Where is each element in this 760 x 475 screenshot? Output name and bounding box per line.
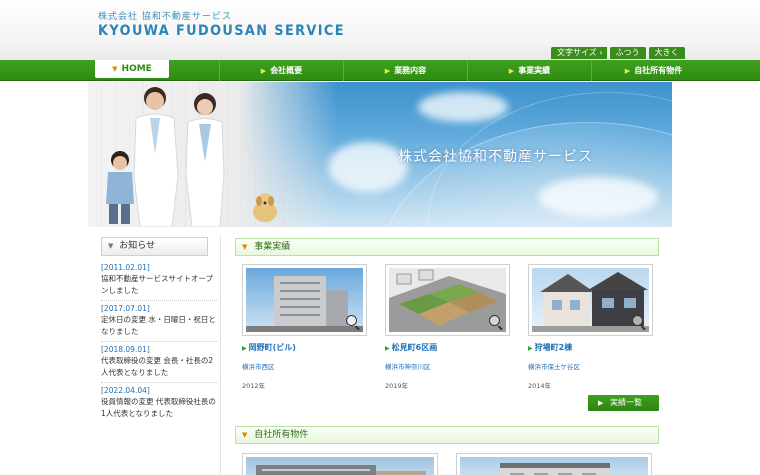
work-card[interactable]: ▶ 岡野町(ビル) 横浜市西区 2012年 xyxy=(242,264,367,390)
owned-property-cards xyxy=(242,453,652,475)
nav-properties[interactable]: ▶ 自社所有物件 xyxy=(591,60,715,81)
news-list: [2011.02.01] 協和不動産サービスサイトオープンしました [2017.… xyxy=(101,260,217,423)
news-text: 定休日の変更 水・日曜日・祝日となりました xyxy=(101,315,216,336)
arrow-right-icon: ▶ xyxy=(260,66,267,75)
news-text: 協和不動産サービスサイトオープンしました xyxy=(101,274,214,295)
news-date: [2022.04.04] xyxy=(101,386,150,395)
arrow-right-icon: ▶ xyxy=(385,345,390,352)
news-sidebar: ▼ お知らせ [2011.02.01] 協和不動産サービスサイトオープンしました… xyxy=(95,236,221,475)
work-title[interactable]: ▶ 松見町6区画 xyxy=(385,342,510,353)
work-thumbnail[interactable] xyxy=(528,264,653,336)
property-thumbnail[interactable] xyxy=(456,453,652,475)
zoom-icon xyxy=(632,315,643,326)
news-text: 代表取締役の変更 会長・社長の2人代表となりました xyxy=(101,356,214,377)
font-size-label: 文字サイズ › xyxy=(551,47,607,59)
works-list-button[interactable]: ▶ 実績一覧 xyxy=(588,395,659,411)
work-area: 横浜市保土ケ谷区 xyxy=(528,363,580,371)
news-date: [2018.09.01] xyxy=(101,345,150,354)
arrow-right-icon: ▶ xyxy=(508,66,515,75)
list-item: [2022.04.04] 役員情報の変更 代表取締役社長の1人代表となりました xyxy=(101,383,217,423)
property-thumbnail[interactable] xyxy=(242,453,438,475)
work-thumbnail[interactable] xyxy=(242,264,367,336)
nav-works[interactable]: ▶ 事業実績 xyxy=(467,60,591,81)
cloud-graphic xyxy=(418,92,508,122)
arrow-right-icon: ▶ xyxy=(624,66,631,75)
owned-section-heading: ▼ 自社所有物件 xyxy=(235,426,659,444)
zoom-icon xyxy=(489,315,500,326)
arrow-right-icon: ▶ xyxy=(242,345,247,352)
chevron-right-icon: › xyxy=(599,48,603,57)
work-thumbnail[interactable] xyxy=(385,264,510,336)
chevron-down-icon: ▼ xyxy=(108,242,114,250)
work-area: 横浜市神奈川区 xyxy=(385,363,431,371)
work-year: 2014年 xyxy=(528,382,552,390)
global-nav: ▼ HOME ▶ 会社概要 ▶ 業務内容 ▶ 事業実績 ▶ 自社所有物件 xyxy=(0,60,760,81)
news-heading: ▼ お知らせ xyxy=(101,237,208,256)
list-item: [2018.09.01] 代表取締役の変更 会長・社長の2人代表となりました xyxy=(101,342,217,383)
chevron-down-icon: ▼ xyxy=(112,65,118,73)
nav-services[interactable]: ▶ 業務内容 xyxy=(343,60,467,81)
list-item: [2011.02.01] 協和不動産サービスサイトオープンしました xyxy=(101,260,217,301)
nav-home[interactable]: ▼ HOME xyxy=(95,60,169,78)
work-year: 2019年 xyxy=(385,382,409,390)
news-text: 役員情報の変更 代表取締役社長の1人代表となりました xyxy=(101,397,216,418)
cloud-graphic xyxy=(328,142,408,192)
work-title[interactable]: ▶ 狩場町2棟 xyxy=(528,342,653,353)
nav-company[interactable]: ▶ 会社概要 xyxy=(219,60,343,81)
font-size-switcher: 文字サイズ › ふつう 大きく xyxy=(551,47,685,59)
zoom-icon xyxy=(346,315,357,326)
work-card[interactable]: ▶ 狩場町2棟 横浜市保土ケ谷区 2014年 xyxy=(528,264,653,390)
site-logo[interactable]: 株式会社 協和不動産サービス KYOUWA FUDOUSAN SERVICE xyxy=(98,12,366,39)
arrow-right-icon: ▶ xyxy=(528,345,533,352)
arrow-right-icon: ▶ xyxy=(598,399,604,407)
work-card[interactable]: ▶ 松見町6区画 横浜市神奈川区 2019年 xyxy=(385,264,510,390)
family-photo xyxy=(106,87,225,227)
logo-company-name: 株式会社 協和不動産サービス xyxy=(98,12,232,22)
logo-brand-text: KYOUWA FUDOUSAN SERVICE xyxy=(98,23,345,39)
works-cards: ▶ 岡野町(ビル) 横浜市西区 2012年 ▶ 松見町6区画 横浜市神奈川区 2… xyxy=(242,264,653,390)
font-size-large-button[interactable]: 大きく xyxy=(648,47,685,59)
cloud-graphic xyxy=(538,177,658,217)
list-item: [2017.07.01] 定休日の変更 水・日曜日・祝日となりました xyxy=(101,301,217,342)
font-size-normal-button[interactable]: ふつう xyxy=(609,47,646,59)
arrow-right-icon: ▶ xyxy=(384,66,391,75)
hero-banner: 株式会社協和不動産サービス xyxy=(88,82,672,227)
news-date: [2011.02.01] xyxy=(101,263,150,272)
site-header: 株式会社 協和不動産サービス KYOUWA FUDOUSAN SERVICE 文… xyxy=(0,0,760,60)
works-section-heading: ▼ 事業実績 xyxy=(235,238,659,256)
work-area: 横浜市西区 xyxy=(242,363,275,371)
hero-title: 株式会社協和不動産サービス xyxy=(398,149,593,165)
dog-photo xyxy=(253,193,277,222)
news-date: [2017.07.01] xyxy=(101,304,150,313)
chevron-down-icon: ▼ xyxy=(242,243,248,251)
chevron-down-icon: ▼ xyxy=(242,431,248,439)
work-year: 2012年 xyxy=(242,382,266,390)
work-title[interactable]: ▶ 岡野町(ビル) xyxy=(242,342,367,353)
